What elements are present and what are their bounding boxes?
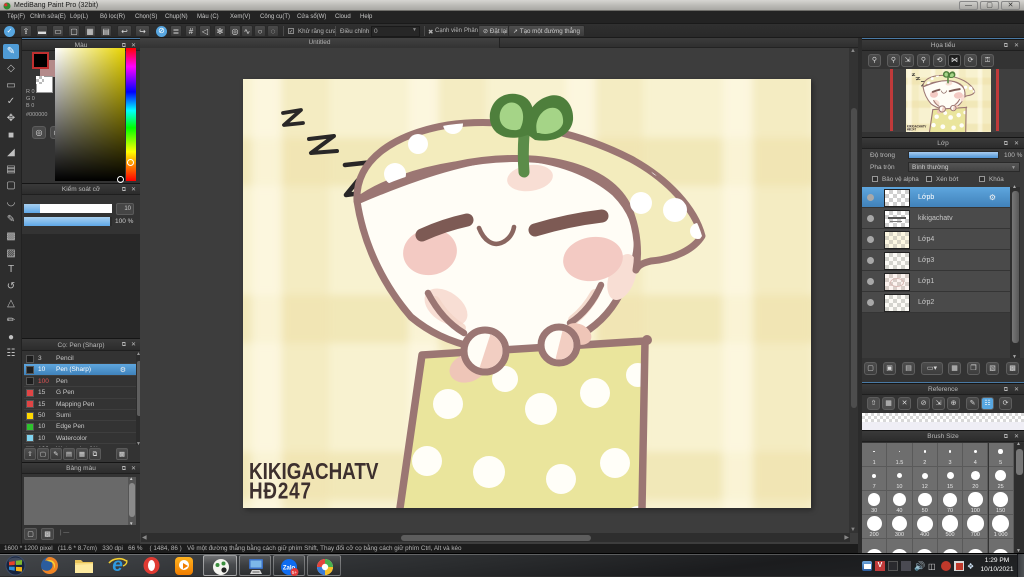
svg-text:5+: 5+ xyxy=(292,570,298,575)
svg-text:HĐ247: HĐ247 xyxy=(249,479,312,504)
